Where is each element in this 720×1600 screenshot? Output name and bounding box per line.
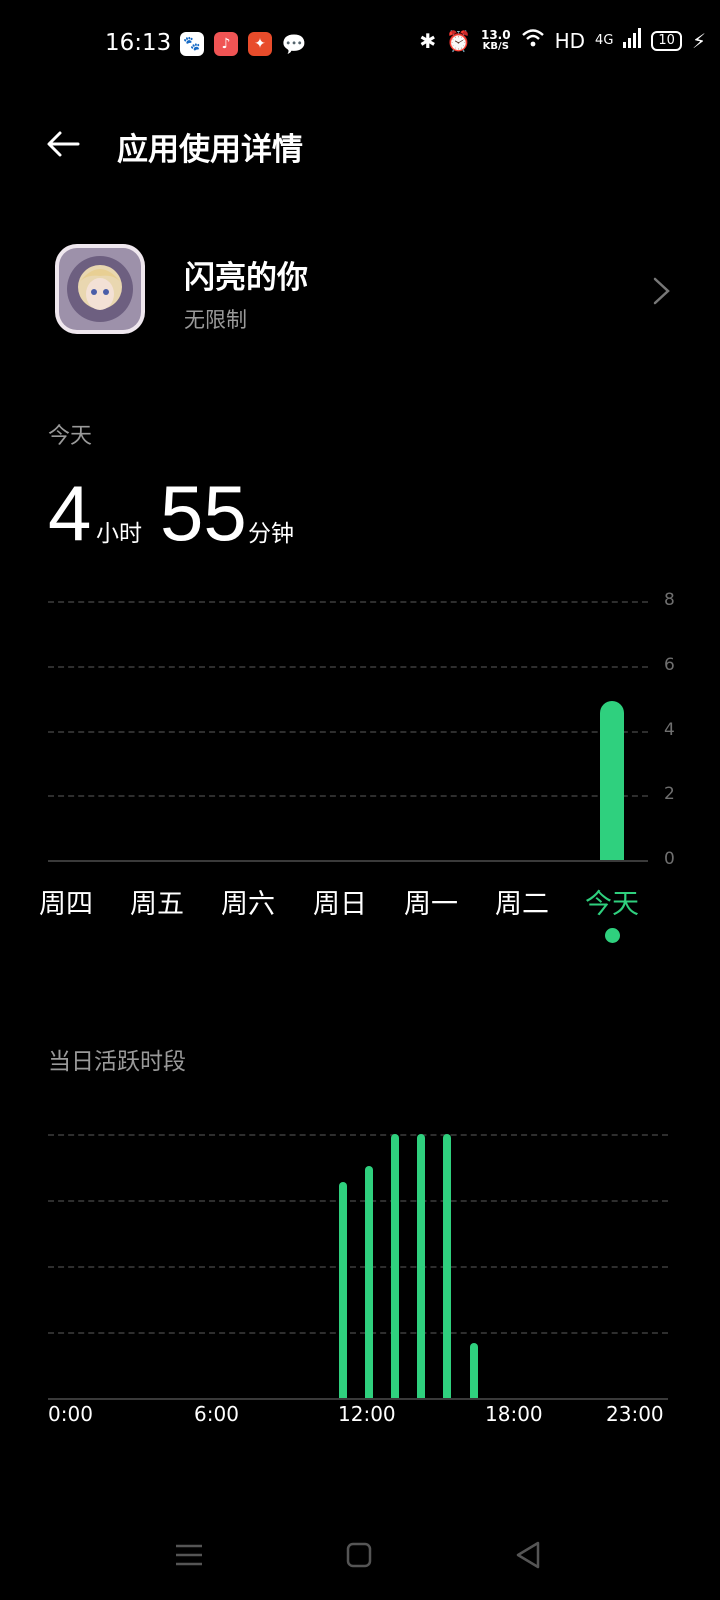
app-name: 闪亮的你	[184, 260, 308, 296]
hour-activity-bar	[339, 1181, 347, 1398]
hour-activity-bar	[443, 1134, 452, 1398]
home-square-icon	[346, 1542, 372, 1568]
selected-day-dot	[605, 928, 620, 943]
day-tab-label[interactable]: 周六	[208, 882, 288, 921]
usage-hours-unit: 小时	[96, 521, 142, 547]
menu-nav-button[interactable]	[172, 1540, 206, 1570]
hour-activity-bar	[417, 1134, 426, 1398]
grid-line	[48, 795, 648, 798]
hour-activity-bar	[391, 1134, 400, 1398]
y-tick-label: 0	[664, 849, 675, 869]
page-title: 应用使用详情	[117, 132, 303, 168]
grid-line	[48, 601, 648, 603]
home-nav-button[interactable]	[343, 1540, 377, 1570]
status-right: ✱ ⏰ 13.0 KB/S HD 4G 10 ⚡	[419, 28, 706, 53]
signal-icon	[623, 28, 642, 53]
day-tab-label[interactable]: 周二	[482, 882, 562, 921]
grid-line	[48, 1332, 668, 1334]
x-tick-label: 0:00	[48, 1402, 93, 1426]
day-tab-label[interactable]: 周五	[117, 882, 197, 921]
x-axis-line	[48, 1398, 668, 1400]
back-nav-button[interactable]	[512, 1540, 546, 1570]
grid-line	[48, 1200, 668, 1202]
back-triangle-icon	[516, 1541, 540, 1569]
x-axis-line	[48, 860, 648, 862]
grid-line	[48, 1266, 668, 1268]
wechat-icon: 💬	[281, 32, 307, 56]
day-tab-label[interactable]: 今天	[572, 882, 652, 921]
back-button[interactable]	[44, 124, 84, 164]
app-icon	[55, 244, 145, 334]
usage-hours-value: 4	[48, 469, 92, 557]
y-tick-label: 4	[664, 719, 675, 740]
day-tab-label[interactable]: 周一	[391, 882, 471, 921]
wifi-icon	[521, 28, 545, 53]
y-tick-label: 2	[664, 784, 675, 805]
x-tick-label: 23:00	[606, 1402, 664, 1426]
chevron-right-icon[interactable]	[650, 274, 674, 308]
back-arrow-icon	[47, 131, 80, 157]
day-tab-label[interactable]: 周四	[26, 882, 106, 921]
app-avatar-image	[67, 256, 133, 322]
music-icon: ♪	[214, 32, 238, 56]
app-limit-status: 无限制	[184, 308, 247, 332]
x-tick-label: 18:00	[485, 1402, 543, 1426]
y-tick-label: 6	[664, 654, 675, 675]
game-icon: ✦	[248, 32, 272, 56]
hour-activity-bar	[365, 1165, 374, 1398]
charging-icon: ⚡	[691, 28, 706, 53]
day-usage-bar	[600, 700, 624, 860]
today-label: 今天	[48, 424, 93, 449]
hour-activity-bar	[469, 1342, 478, 1398]
baidu-icon: 🐾	[180, 32, 204, 56]
active-periods-label: 当日活跃时段	[48, 1049, 186, 1075]
grid-line	[48, 730, 648, 733]
bluetooth-icon: ✱	[419, 28, 437, 53]
signal-label: 4G	[595, 33, 614, 48]
net-speed: 13.0 KB/S	[480, 27, 511, 52]
menu-icon	[176, 1544, 202, 1566]
usage-minutes-unit: 分钟	[248, 521, 294, 547]
x-tick-label: 6:00	[194, 1402, 239, 1426]
battery-indicator: 10	[651, 30, 682, 51]
usage-minutes-value: 55	[160, 469, 247, 557]
grid-line	[48, 665, 648, 668]
grid-line	[48, 1134, 668, 1136]
status-time: 16:13	[105, 30, 172, 56]
x-tick-label: 12:00	[338, 1402, 396, 1426]
day-tab-label[interactable]: 周日	[300, 882, 380, 921]
hd-label: HD	[554, 28, 586, 53]
y-tick-label: 8	[664, 590, 675, 610]
alarm-icon: ⏰	[446, 28, 471, 53]
